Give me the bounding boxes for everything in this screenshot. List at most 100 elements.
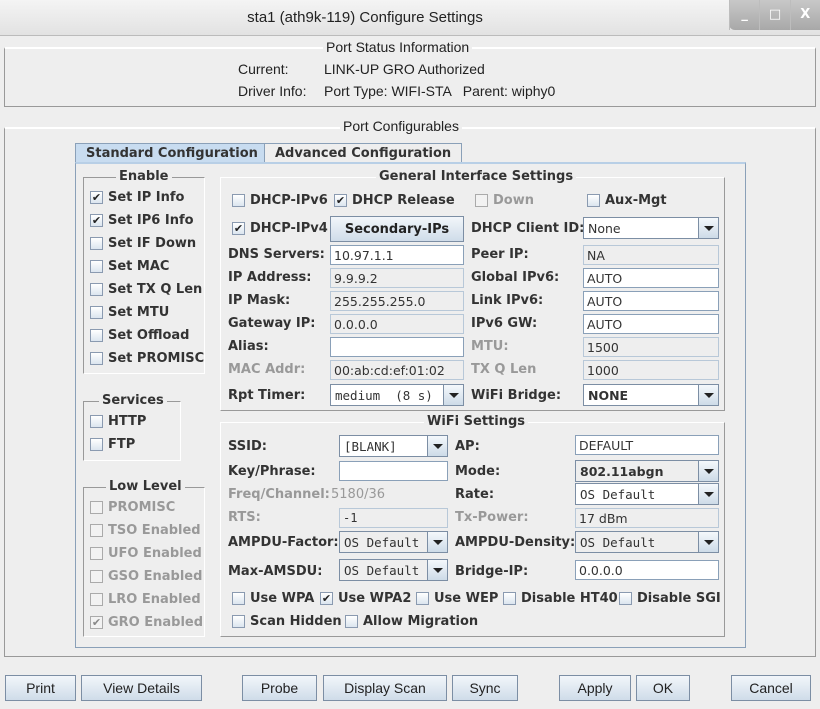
tab-standard-configuration[interactable]: Standard Configuration — [75, 143, 269, 163]
ssid-label: SSID: — [228, 439, 267, 454]
key-phrase-input[interactable] — [339, 461, 448, 481]
global-ipv6-label: Global IPv6: — [471, 270, 560, 285]
checkbox-box — [503, 592, 516, 605]
secondary-ips-button[interactable]: Secondary-IPs — [330, 216, 464, 242]
checkmark-icon: ✔ — [90, 214, 103, 227]
ok-button[interactable]: OK — [636, 675, 690, 701]
checkmark-icon: ✔ — [90, 616, 103, 629]
enable-item-set-offload[interactable]: Set Offload — [90, 328, 190, 343]
apply-button[interactable]: Apply — [559, 675, 631, 701]
enable-item-set-ip-info[interactable]: ✔ Set IP Info — [90, 190, 185, 205]
bridge-ip-input[interactable]: 0.0.0.0 — [575, 560, 719, 580]
link-ipv6-input[interactable]: AUTO — [583, 291, 719, 311]
ipv6-gw-label: IPv6 GW: — [471, 316, 538, 331]
checkbox-box — [90, 260, 103, 273]
use-wpa2-checkbox[interactable]: ✔ Use WPA2 — [320, 591, 411, 606]
wifi-bridge-select[interactable]: NONE — [583, 384, 719, 406]
mtu-field: 1500 — [583, 337, 719, 357]
freq-channel-value: 5180/36 — [331, 487, 386, 502]
ipv6-gw-input[interactable]: AUTO — [583, 314, 719, 334]
enable-item-set-mac[interactable]: Set MAC — [90, 259, 169, 274]
checkbox-box — [90, 547, 103, 560]
use-wpa-checkbox[interactable]: Use WPA — [232, 591, 314, 606]
alias-label: Alias: — [228, 339, 269, 354]
tab-advanced-configuration[interactable]: Advanced Configuration — [264, 143, 463, 163]
ampdu-density-label: AMPDU-Density: — [455, 535, 576, 550]
view-details-button[interactable]: View Details — [81, 675, 202, 701]
dhcp-ipv4-checkbox[interactable]: ✔ DHCP-IPv4 — [232, 221, 328, 236]
use-wep-checkbox[interactable]: Use WEP — [416, 591, 498, 606]
chevron-down-icon — [427, 560, 447, 580]
lowlevel-item-gso-enabled[interactable]: GSO Enabled — [90, 569, 202, 584]
scan-hidden-checkbox[interactable]: Scan Hidden — [232, 614, 342, 629]
lowlevel-item-promisc[interactable]: PROMISC — [90, 500, 175, 515]
alias-input[interactable] — [330, 337, 464, 357]
checkbox-box — [90, 570, 103, 583]
ssid-select[interactable]: [BLANK] — [339, 435, 448, 457]
ip-mask-field: 255.255.255.0 — [330, 291, 464, 311]
sync-button[interactable]: Sync — [452, 675, 518, 701]
ampdu-factor-select[interactable]: OS Default — [339, 531, 448, 553]
wifi-bridge-label: WiFi Bridge: — [471, 388, 562, 403]
enable-item-set-mtu[interactable]: Set MTU — [90, 305, 169, 320]
chevron-down-icon — [427, 436, 447, 456]
enable-item-set-ip6-info[interactable]: ✔ Set IP6 Info — [90, 213, 194, 228]
disable-sgi-checkbox[interactable]: Disable SGI — [619, 591, 721, 606]
bridge-ip-label: Bridge-IP: — [455, 564, 529, 579]
print-button[interactable]: Print — [5, 675, 76, 701]
dhcp-ipv6-checkbox[interactable]: DHCP-IPv6 — [232, 193, 328, 208]
checkbox-box — [90, 438, 103, 451]
enable-item-set-if-down[interactable]: Set IF Down — [90, 236, 196, 251]
rpt-timer-select[interactable]: medium (8 s) — [330, 384, 464, 406]
services-item-ftp[interactable]: FTP — [90, 437, 135, 452]
dhcp-release-checkbox[interactable]: ✔ DHCP Release — [334, 193, 455, 208]
down-checkbox[interactable]: Down — [475, 193, 534, 208]
mac-addr-label: MAC Addr: — [228, 362, 306, 377]
services-item-http[interactable]: HTTP — [90, 414, 146, 429]
rate-select[interactable]: OS Default — [575, 483, 719, 505]
max-amsdu-select[interactable]: OS Default — [339, 559, 448, 581]
gateway-ip-field: 0.0.0.0 — [330, 314, 464, 334]
lowlevel-item-lro-enabled[interactable]: LRO Enabled — [90, 592, 201, 607]
chevron-down-icon — [698, 385, 718, 405]
key-phrase-label: Key/Phrase: — [228, 464, 316, 479]
minimize-button[interactable]: _ — [729, 0, 759, 30]
aux-mgt-checkbox[interactable]: Aux-Mgt — [587, 193, 667, 208]
dhcp-client-id-select[interactable]: None — [583, 217, 719, 239]
close-button[interactable]: X — [789, 0, 820, 30]
dns-servers-input[interactable]: 10.97.1.1 — [330, 245, 464, 265]
checkbox-box — [232, 615, 245, 628]
chevron-down-icon — [427, 532, 447, 552]
mode-select[interactable]: 802.11abgn — [575, 460, 719, 482]
checkbox-box — [232, 592, 245, 605]
lowlevel-item-tso-enabled[interactable]: TSO Enabled — [90, 523, 201, 538]
checkbox-box — [619, 592, 632, 605]
cancel-button[interactable]: Cancel — [731, 675, 811, 701]
allow-migration-checkbox[interactable]: Allow Migration — [345, 614, 478, 629]
display-scan-button[interactable]: Display Scan — [323, 675, 447, 701]
mode-label: Mode: — [455, 464, 501, 479]
lowlevel-item-ufo-enabled[interactable]: UFO Enabled — [90, 546, 202, 561]
disable-ht40-checkbox[interactable]: Disable HT40 — [503, 591, 618, 606]
ap-input[interactable]: DEFAULT — [575, 435, 719, 455]
maximize-button[interactable]: □ — [759, 0, 789, 30]
window-title: sta1 (ath9k-119) Configure Settings — [247, 9, 483, 26]
probe-button[interactable]: Probe — [242, 675, 317, 701]
checkbox-box — [475, 194, 488, 207]
checkmark-icon: ✔ — [90, 191, 103, 204]
enable-title: Enable — [116, 169, 172, 184]
enable-item-set-promisc[interactable]: Set PROMISC — [90, 351, 204, 366]
link-ipv6-label: Link IPv6: — [471, 293, 544, 308]
lowlevel-item-gro-enabled[interactable]: ✔ GRO Enabled — [90, 615, 203, 630]
enable-item-set-tx-q-len[interactable]: Set TX Q Len — [90, 282, 202, 297]
peer-ip-label: Peer IP: — [471, 247, 529, 262]
global-ipv6-input[interactable]: AUTO — [583, 268, 719, 288]
ampdu-density-select[interactable]: OS Default — [575, 531, 719, 553]
checkbox-box — [90, 415, 103, 428]
checkbox-box — [90, 283, 103, 296]
current-value: LINK-UP GRO Authorized — [324, 61, 485, 77]
checkbox-box — [416, 592, 429, 605]
current-label: Current: — [238, 61, 289, 77]
gateway-ip-label: Gateway IP: — [228, 316, 316, 331]
rate-label: Rate: — [455, 487, 495, 502]
